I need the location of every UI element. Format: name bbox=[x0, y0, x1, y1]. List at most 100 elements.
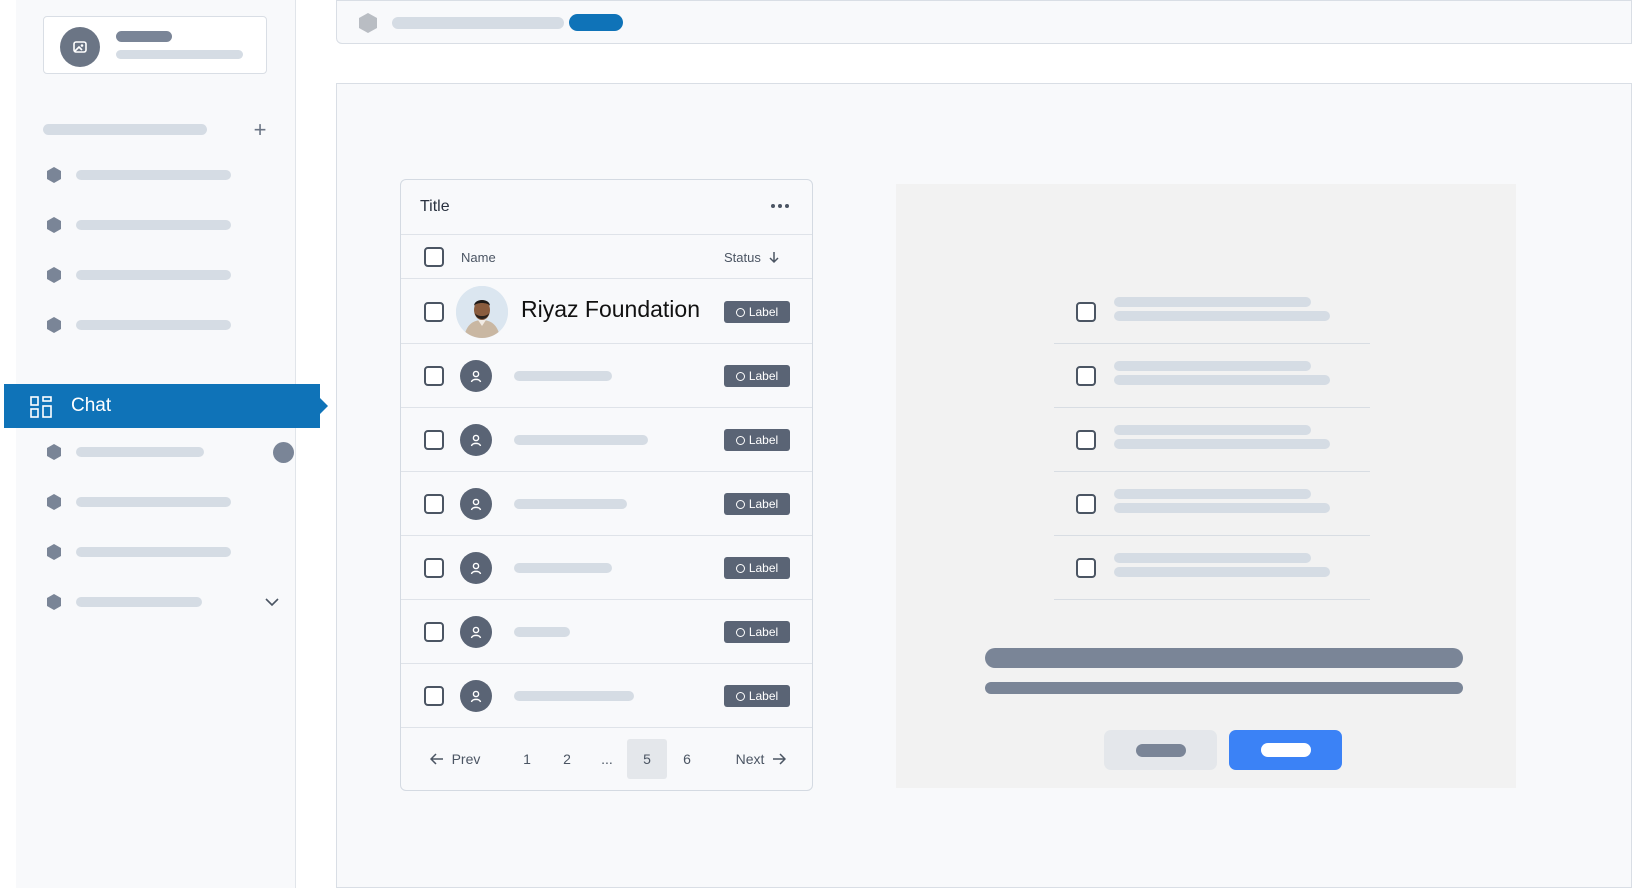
table-row[interactable]: Label bbox=[401, 600, 812, 664]
list-item[interactable] bbox=[1054, 344, 1370, 408]
select-all-checkbox[interactable] bbox=[424, 247, 444, 267]
nav-item[interactable] bbox=[43, 313, 273, 337]
circle-icon bbox=[735, 563, 745, 573]
arrow-left-icon bbox=[429, 753, 443, 765]
column-header-name[interactable]: Name bbox=[461, 250, 496, 265]
item-checkbox[interactable] bbox=[1076, 302, 1096, 322]
avatar bbox=[456, 286, 508, 338]
nav-item-expandable[interactable] bbox=[43, 590, 279, 614]
circle-icon bbox=[735, 371, 745, 381]
sidebar-item-chat[interactable]: Chat bbox=[4, 384, 328, 428]
row-checkbox[interactable] bbox=[424, 622, 444, 642]
row-checkbox[interactable] bbox=[424, 558, 444, 578]
nav-item-label-placeholder bbox=[76, 320, 231, 330]
nav-item[interactable] bbox=[43, 263, 273, 287]
status-badge-label: Label bbox=[748, 561, 779, 575]
item-checkbox[interactable] bbox=[1076, 430, 1096, 450]
page-button[interactable]: 2 bbox=[547, 739, 587, 779]
list-item[interactable] bbox=[1054, 472, 1370, 536]
nav-item[interactable] bbox=[43, 163, 273, 187]
row-name-placeholder bbox=[514, 371, 612, 381]
section-heading-placeholder bbox=[43, 124, 207, 135]
image-icon bbox=[73, 41, 87, 53]
status-badge[interactable]: Label bbox=[724, 301, 790, 323]
item-subtitle-placeholder bbox=[1114, 375, 1330, 385]
notification-dot bbox=[273, 442, 294, 463]
sidebar-item-label: Chat bbox=[71, 395, 112, 416]
prev-label: Prev bbox=[451, 751, 481, 767]
workspace-name-placeholder bbox=[116, 31, 172, 42]
page-button[interactable]: 6 bbox=[667, 739, 707, 779]
item-subtitle-placeholder bbox=[1114, 311, 1330, 321]
row-name-placeholder bbox=[514, 499, 627, 509]
prev-page-button[interactable]: Prev bbox=[423, 739, 487, 779]
selection-panel bbox=[896, 184, 1516, 788]
breadcrumb-placeholder bbox=[392, 17, 564, 29]
nav-item-label-placeholder bbox=[76, 547, 231, 557]
breadcrumb-current-pill[interactable] bbox=[569, 14, 623, 31]
primary-button[interactable] bbox=[1229, 730, 1342, 770]
card-title: Title bbox=[420, 198, 450, 215]
nav-item-label-placeholder bbox=[76, 220, 231, 230]
status-badge[interactable]: Label bbox=[724, 493, 790, 515]
chevron-down-icon[interactable] bbox=[263, 594, 281, 610]
status-badge[interactable]: Label bbox=[724, 685, 790, 707]
status-badge[interactable]: Label bbox=[724, 557, 790, 579]
secondary-button[interactable] bbox=[1104, 730, 1217, 770]
row-name-placeholder bbox=[514, 691, 634, 701]
table-row[interactable]: Label bbox=[401, 664, 812, 728]
row-checkbox[interactable] bbox=[424, 494, 444, 514]
item-checkbox[interactable] bbox=[1076, 558, 1096, 578]
hexagon-icon bbox=[359, 13, 377, 33]
circle-icon bbox=[735, 435, 745, 445]
button-label-placeholder bbox=[1136, 744, 1186, 757]
nav-item[interactable] bbox=[43, 490, 273, 514]
hexagon-icon bbox=[47, 544, 61, 560]
row-checkbox[interactable] bbox=[424, 686, 444, 706]
add-icon[interactable]: + bbox=[248, 118, 272, 142]
row-checkbox[interactable] bbox=[424, 366, 444, 386]
circle-icon bbox=[735, 307, 745, 317]
item-title-placeholder bbox=[1114, 425, 1311, 435]
list-item[interactable] bbox=[1054, 280, 1370, 344]
status-badge-label: Label bbox=[748, 497, 779, 511]
table-row[interactable]: Riyaz Foundation Label bbox=[401, 280, 812, 344]
table-row[interactable]: Label bbox=[401, 472, 812, 536]
nav-item[interactable] bbox=[43, 540, 273, 564]
workspace-avatar bbox=[60, 27, 100, 67]
row-checkbox[interactable] bbox=[424, 430, 444, 450]
status-badge[interactable]: Label bbox=[724, 365, 790, 387]
table-header: Name Status bbox=[401, 235, 812, 279]
more-options-icon[interactable] bbox=[768, 196, 792, 216]
hexagon-icon bbox=[47, 167, 61, 183]
item-checkbox[interactable] bbox=[1076, 366, 1096, 386]
page-button-current[interactable]: 5 bbox=[627, 739, 667, 779]
circle-icon bbox=[735, 499, 745, 509]
page-button[interactable]: 1 bbox=[507, 739, 547, 779]
table-row[interactable]: Label bbox=[401, 408, 812, 472]
panel-text-placeholder bbox=[985, 682, 1463, 694]
nav-item[interactable] bbox=[43, 440, 294, 464]
grid-icon bbox=[30, 396, 52, 418]
next-label: Next bbox=[735, 751, 765, 767]
column-header-status[interactable]: Status bbox=[724, 250, 761, 265]
hexagon-icon bbox=[47, 444, 61, 460]
list-item[interactable] bbox=[1054, 536, 1370, 600]
workspace-subtitle-placeholder bbox=[116, 50, 243, 59]
nav-item-label-placeholder bbox=[76, 270, 231, 280]
next-page-button[interactable]: Next bbox=[729, 739, 793, 779]
status-badge-label: Label bbox=[748, 433, 779, 447]
top-bar bbox=[336, 0, 1632, 44]
nav-item[interactable] bbox=[43, 213, 273, 237]
row-checkbox[interactable] bbox=[424, 302, 444, 322]
status-badge[interactable]: Label bbox=[724, 621, 790, 643]
table-row[interactable]: Label bbox=[401, 344, 812, 408]
sort-down-icon[interactable] bbox=[768, 250, 780, 264]
table-row[interactable]: Label bbox=[401, 536, 812, 600]
status-badge[interactable]: Label bbox=[724, 429, 790, 451]
workspace-switcher[interactable] bbox=[43, 16, 267, 74]
list-item[interactable] bbox=[1054, 408, 1370, 472]
sidebar: + bbox=[16, 0, 296, 888]
item-checkbox[interactable] bbox=[1076, 494, 1096, 514]
panel-heading-placeholder bbox=[985, 648, 1463, 668]
